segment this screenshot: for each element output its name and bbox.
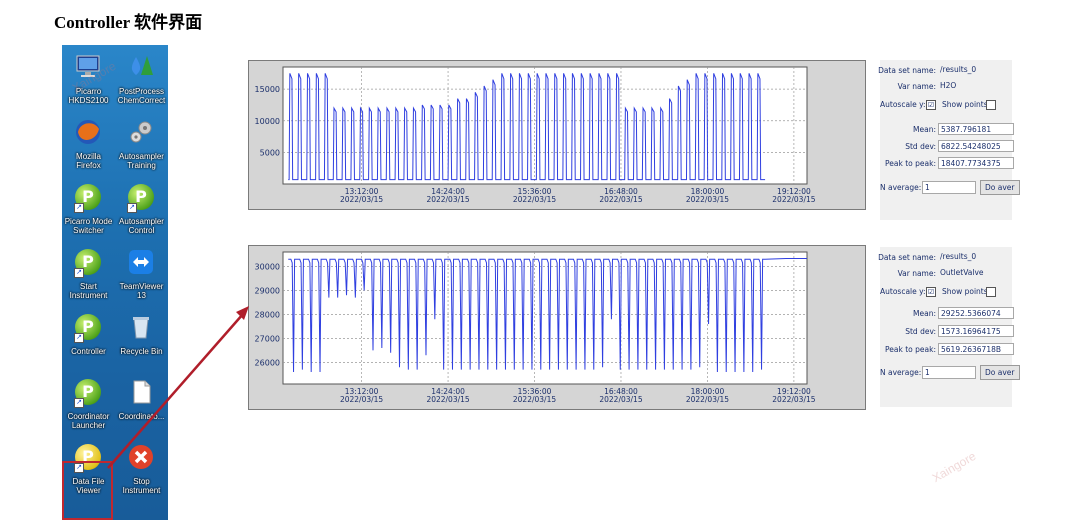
annotation-arrow [107,306,249,469]
